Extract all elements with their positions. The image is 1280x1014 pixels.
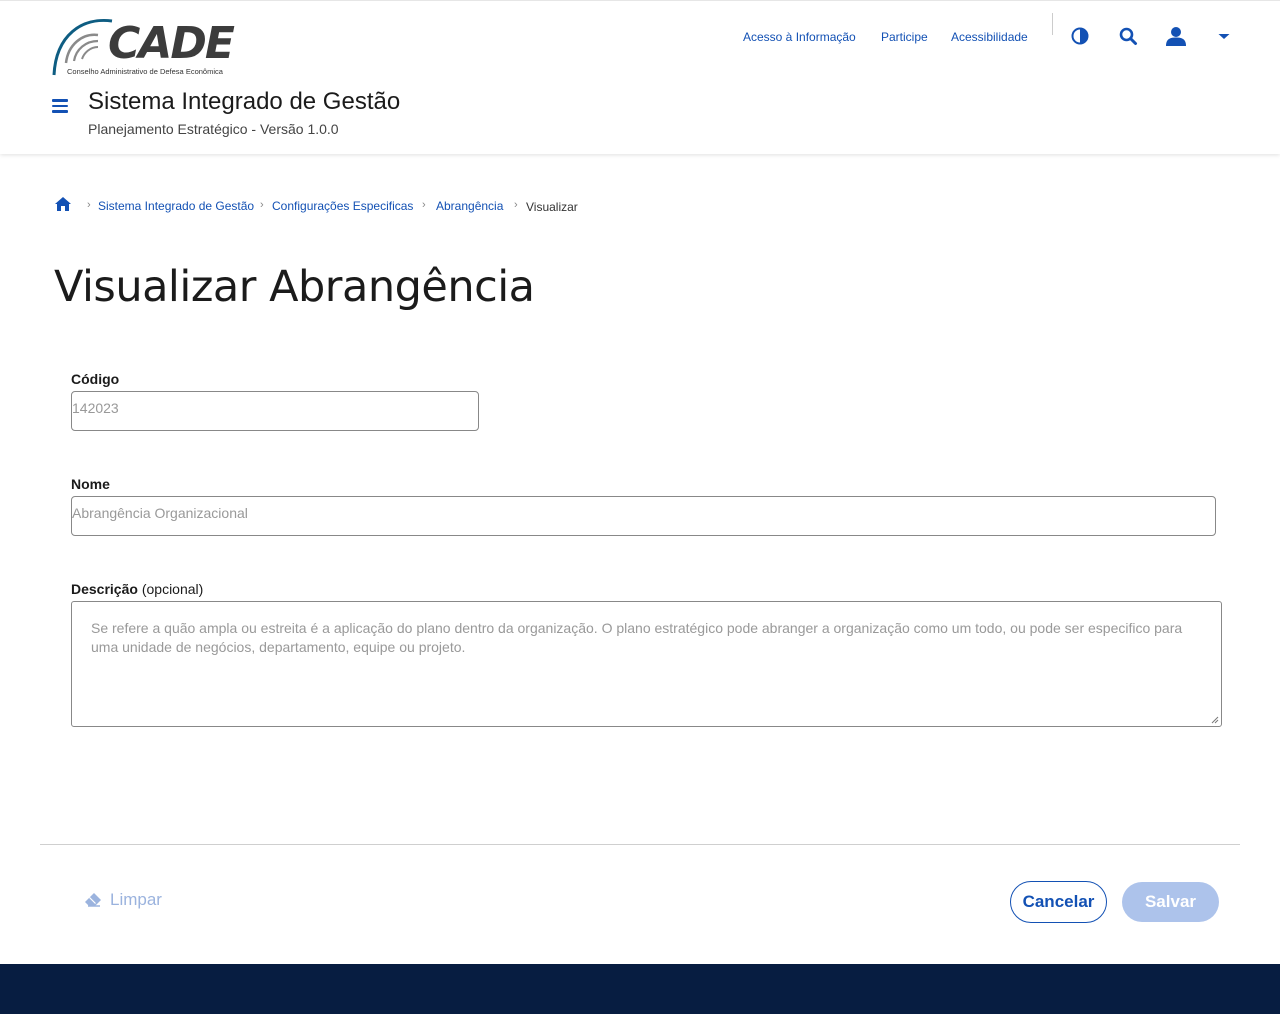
breadcrumb-item-current: Visualizar bbox=[526, 200, 578, 214]
descricao-label: Descrição (opcional) bbox=[71, 581, 203, 597]
caret-down-icon[interactable] bbox=[1213, 25, 1235, 47]
menu-icon[interactable] bbox=[52, 99, 68, 113]
system-title: Sistema Integrado de Gestão bbox=[88, 88, 401, 115]
link-participe[interactable]: Participe bbox=[881, 30, 928, 44]
page-title: Visualizar Abrangência bbox=[54, 262, 535, 312]
system-subtitle: Planejamento Estratégico - Versão 1.0.0 bbox=[88, 121, 339, 137]
actions-divider bbox=[40, 844, 1240, 845]
site-header: CADE Conselho Administrativo de Defesa E… bbox=[0, 0, 1280, 154]
link-acessibilidade[interactable]: Acessibilidade bbox=[951, 30, 1028, 44]
logo-wordmark: CADE bbox=[108, 18, 235, 69]
breadcrumb-item-sistema[interactable]: Sistema Integrado de Gestão bbox=[98, 199, 254, 213]
search-icon[interactable] bbox=[1117, 25, 1139, 47]
cancel-button[interactable]: Cancelar bbox=[1010, 881, 1107, 923]
codigo-value: 142023 bbox=[72, 400, 119, 416]
breadcrumb-item-configuracoes[interactable]: Configurações Especificas bbox=[272, 199, 413, 213]
header-divider bbox=[1052, 13, 1053, 35]
resize-handle-icon[interactable] bbox=[1211, 716, 1219, 724]
chevron-right-icon: › bbox=[422, 199, 426, 211]
descricao-textarea[interactable]: Se refere a quão ampla ou estreita é a a… bbox=[71, 601, 1222, 727]
save-button[interactable]: Salvar bbox=[1122, 882, 1219, 922]
chevron-right-icon: › bbox=[514, 199, 518, 211]
site-footer bbox=[0, 964, 1280, 1014]
codigo-label: Código bbox=[71, 371, 120, 387]
contrast-icon[interactable] bbox=[1069, 25, 1091, 47]
nome-value: Abrangência Organizacional bbox=[72, 505, 248, 521]
clear-button-label: Limpar bbox=[110, 890, 162, 909]
link-acesso-informacao[interactable]: Acesso à Informação bbox=[743, 30, 856, 44]
clear-button[interactable]: Limpar bbox=[84, 888, 162, 912]
nome-label: Nome bbox=[71, 476, 110, 492]
user-icon[interactable] bbox=[1165, 25, 1187, 47]
descricao-value: Se refere a quão ampla ou estreita é a a… bbox=[91, 620, 1183, 655]
codigo-field[interactable]: 142023 bbox=[71, 391, 479, 431]
breadcrumb-item-abrangencia[interactable]: Abrangência bbox=[436, 199, 503, 213]
eraser-icon bbox=[85, 893, 101, 907]
chevron-right-icon: › bbox=[87, 199, 91, 211]
nome-field[interactable]: Abrangência Organizacional bbox=[71, 496, 1216, 536]
logo-subtitle: Conselho Administrativo de Defesa Econôm… bbox=[67, 67, 223, 76]
chevron-right-icon: › bbox=[260, 199, 264, 211]
cade-logo[interactable]: CADE Conselho Administrativo de Defesa E… bbox=[52, 17, 242, 79]
descricao-label-text: Descrição bbox=[71, 581, 138, 597]
optional-hint: (opcional) bbox=[141, 581, 204, 597]
home-icon[interactable] bbox=[54, 196, 72, 212]
